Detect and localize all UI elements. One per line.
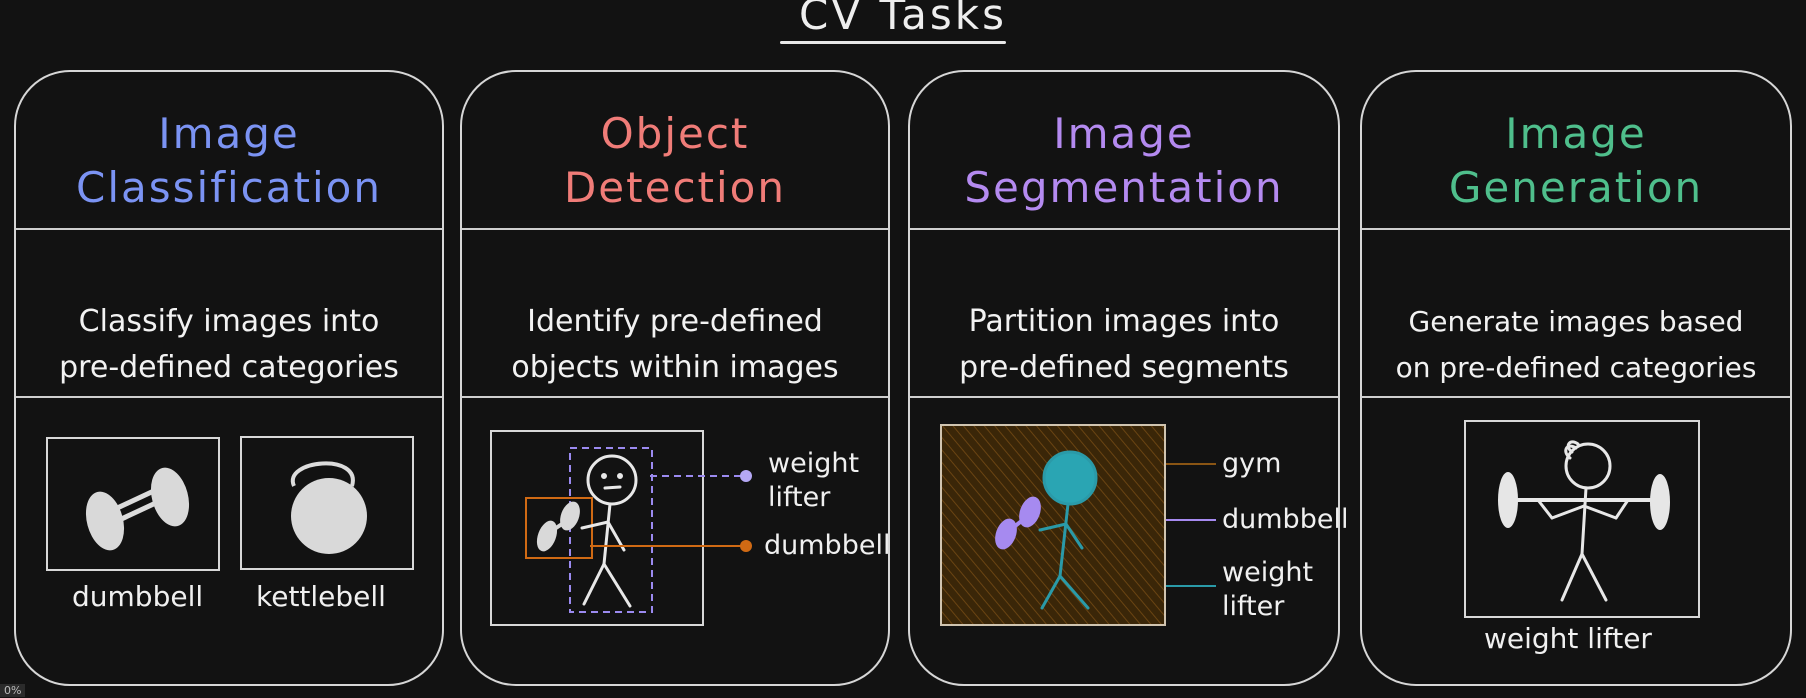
desc-line2: on pre-defined categories: [1395, 351, 1757, 384]
desc-line2: pre-defined categories: [59, 350, 399, 385]
label-dumbbell: dumbbell: [1222, 504, 1349, 535]
divider: [1362, 396, 1790, 398]
card-image-segmentation: Image Segmentation Partition images into…: [908, 70, 1348, 686]
kettlebell-image-box: [240, 436, 414, 570]
barbell-plate-left: [1498, 472, 1518, 528]
card-object-detection: Object Detection Identify pre-defined ob…: [460, 70, 890, 686]
desc-line1: Classify images into: [78, 304, 380, 339]
card-title-line2: Classification: [76, 163, 382, 212]
card-title-line2: Generation: [1448, 163, 1704, 212]
barbell-plate-right: [1650, 474, 1670, 530]
dumbbell-connector-dot: [740, 540, 752, 552]
detection-connectors: [590, 470, 752, 552]
divider: [16, 396, 442, 398]
label-dumbbell: dumbbell: [764, 530, 891, 561]
card-image-generation: Image Generation Generate images based o…: [1360, 70, 1792, 686]
person-connector-dot: [740, 470, 752, 482]
caption-weight-lifter: weight lifter: [1484, 622, 1652, 655]
label-gym: gym: [1222, 448, 1282, 479]
label-weight-lifter: weight lifter: [1222, 556, 1313, 624]
dumbbell-icon: [85, 467, 190, 551]
title-underline: [780, 41, 1006, 44]
label-line1: weight: [768, 448, 860, 479]
caption-kettlebell: kettlebell: [256, 580, 386, 613]
label-line2: lifter: [768, 482, 831, 513]
generated-image-box: [1464, 420, 1700, 618]
card-image-classification: Image Classification Classify images int…: [14, 70, 444, 686]
weightlifter-icon: [1498, 440, 1670, 602]
divider: [16, 228, 442, 230]
card-title-line1: Image: [1505, 109, 1647, 158]
card-title-line1: Image: [158, 109, 300, 158]
divider: [1362, 228, 1790, 230]
diagram-title: CV Tasks: [799, 0, 1007, 39]
dumbbell-image-box: [46, 437, 220, 571]
kettlebell-icon: [290, 461, 367, 554]
desc-line1: Generate images based: [1408, 305, 1744, 338]
label-weight-lifter: weight lifter: [768, 447, 859, 515]
label-line2: lifter: [1222, 591, 1285, 622]
corner-badge: 0%: [0, 684, 26, 697]
label-line1: weight: [1222, 557, 1314, 588]
caption-dumbbell: dumbbell: [72, 580, 204, 613]
card-title: Image Generation: [1362, 96, 1790, 226]
card-description: Classify images into pre-defined categor…: [26, 234, 432, 456]
card-title: Image Classification: [16, 96, 442, 226]
